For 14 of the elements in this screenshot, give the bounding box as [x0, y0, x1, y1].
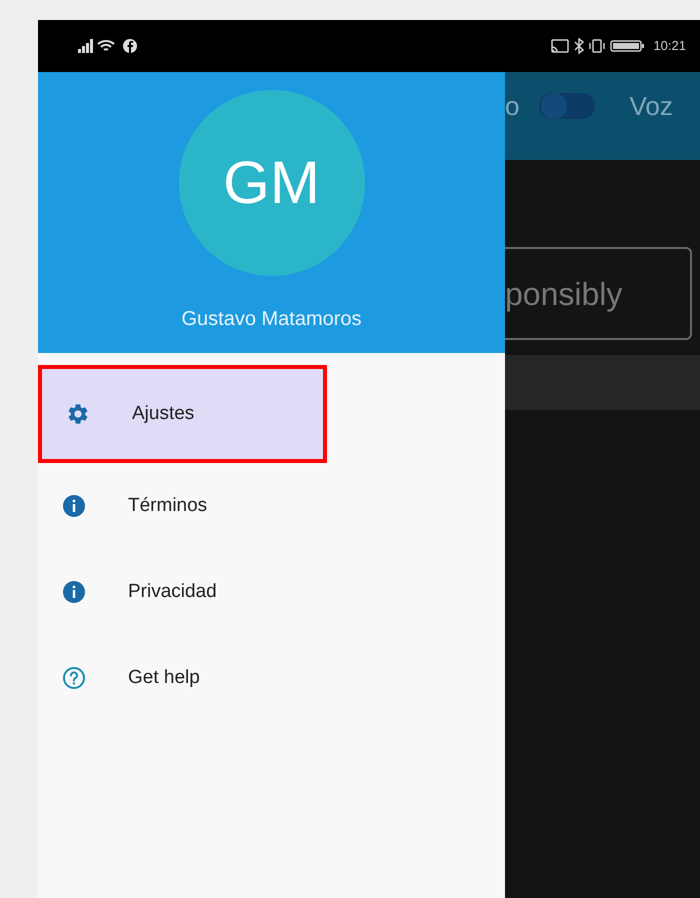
outline-button[interactable]: ponsibly — [505, 247, 692, 340]
settings-icon — [66, 402, 90, 426]
info-icon — [62, 580, 86, 604]
toggle-label: Voz — [629, 90, 673, 122]
tab-label: o — [505, 90, 520, 122]
avatar: GM — [178, 90, 364, 276]
info-icon — [62, 494, 86, 518]
drawer-menu-item[interactable]: Ajustes — [38, 365, 327, 463]
drawer-menu-item[interactable]: Privacidad — [38, 549, 505, 635]
user-name: Gustavo Matamoros — [181, 307, 362, 332]
drawer-menu-item[interactable]: Get help — [38, 635, 505, 721]
help-icon — [62, 666, 86, 690]
drawer-menu-item[interactable]: Términos — [38, 463, 505, 549]
status-time: 10:21 — [653, 37, 686, 56]
